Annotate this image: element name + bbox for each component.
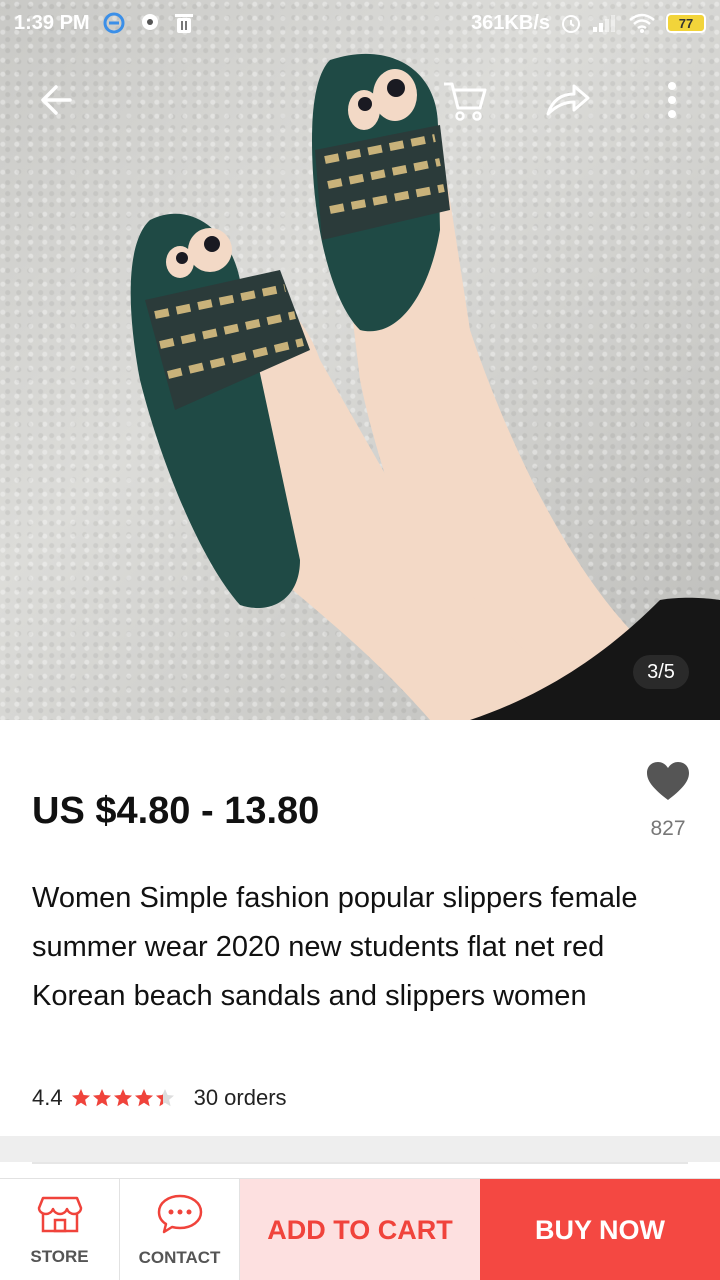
cart-icon [440,78,488,127]
back-button[interactable] [24,70,88,134]
bottom-action-bar: STORE CONTACT ADD TO CART BUY NOW [0,1178,720,1280]
add-to-cart-button[interactable]: ADD TO CART [240,1179,480,1280]
network-speed: 361KB/s [471,11,550,34]
divider-line [32,1162,688,1164]
trash-icon [174,12,194,34]
wishlist-button[interactable]: 827 [636,760,700,850]
rating-value: 4.4 [32,1085,63,1110]
section-divider [0,1136,720,1162]
status-bar: 1:39 PM 361KB/s 77 [0,0,720,46]
store-icon [37,1194,83,1239]
signal-icon [592,13,618,33]
star-icon [155,1089,174,1107]
product-price: US $4.80 - 13.80 [32,790,320,832]
contact-button[interactable]: CONTACT [120,1179,240,1280]
alarm-icon [560,12,582,34]
star-icon [134,1089,153,1107]
rating-row: 4.4 30 orders [32,1082,287,1114]
buy-now-button[interactable]: BUY NOW [480,1179,720,1280]
chat-icon [156,1193,204,1240]
wifi-icon [628,12,656,34]
more-options-button[interactable] [640,70,704,134]
product-title: Women Simple fashion popular slippers fe… [32,882,638,1012]
orders-count: 30 orders [193,1085,287,1110]
contact-label: CONTACT [138,1247,221,1267]
heart-icon [645,760,691,807]
top-nav [0,70,720,140]
back-arrow-icon [36,80,76,125]
star-icon [71,1089,90,1107]
star-icon [113,1089,132,1107]
share-button[interactable] [536,70,600,134]
image-pager: 3/5 [633,655,689,689]
rating-stars [71,1088,176,1108]
share-arrow-icon [544,80,592,125]
browser-icon [102,11,126,35]
store-label: STORE [30,1246,89,1266]
store-button[interactable]: STORE [0,1179,120,1280]
cart-button[interactable] [432,70,496,134]
star-icon [92,1089,111,1107]
status-time: 1:39 PM [14,11,90,34]
battery-icon: 77 [666,13,706,33]
wishlist-count: 827 [650,817,686,840]
more-vertical-icon [666,80,678,125]
chat-bubble-icon [138,11,162,35]
